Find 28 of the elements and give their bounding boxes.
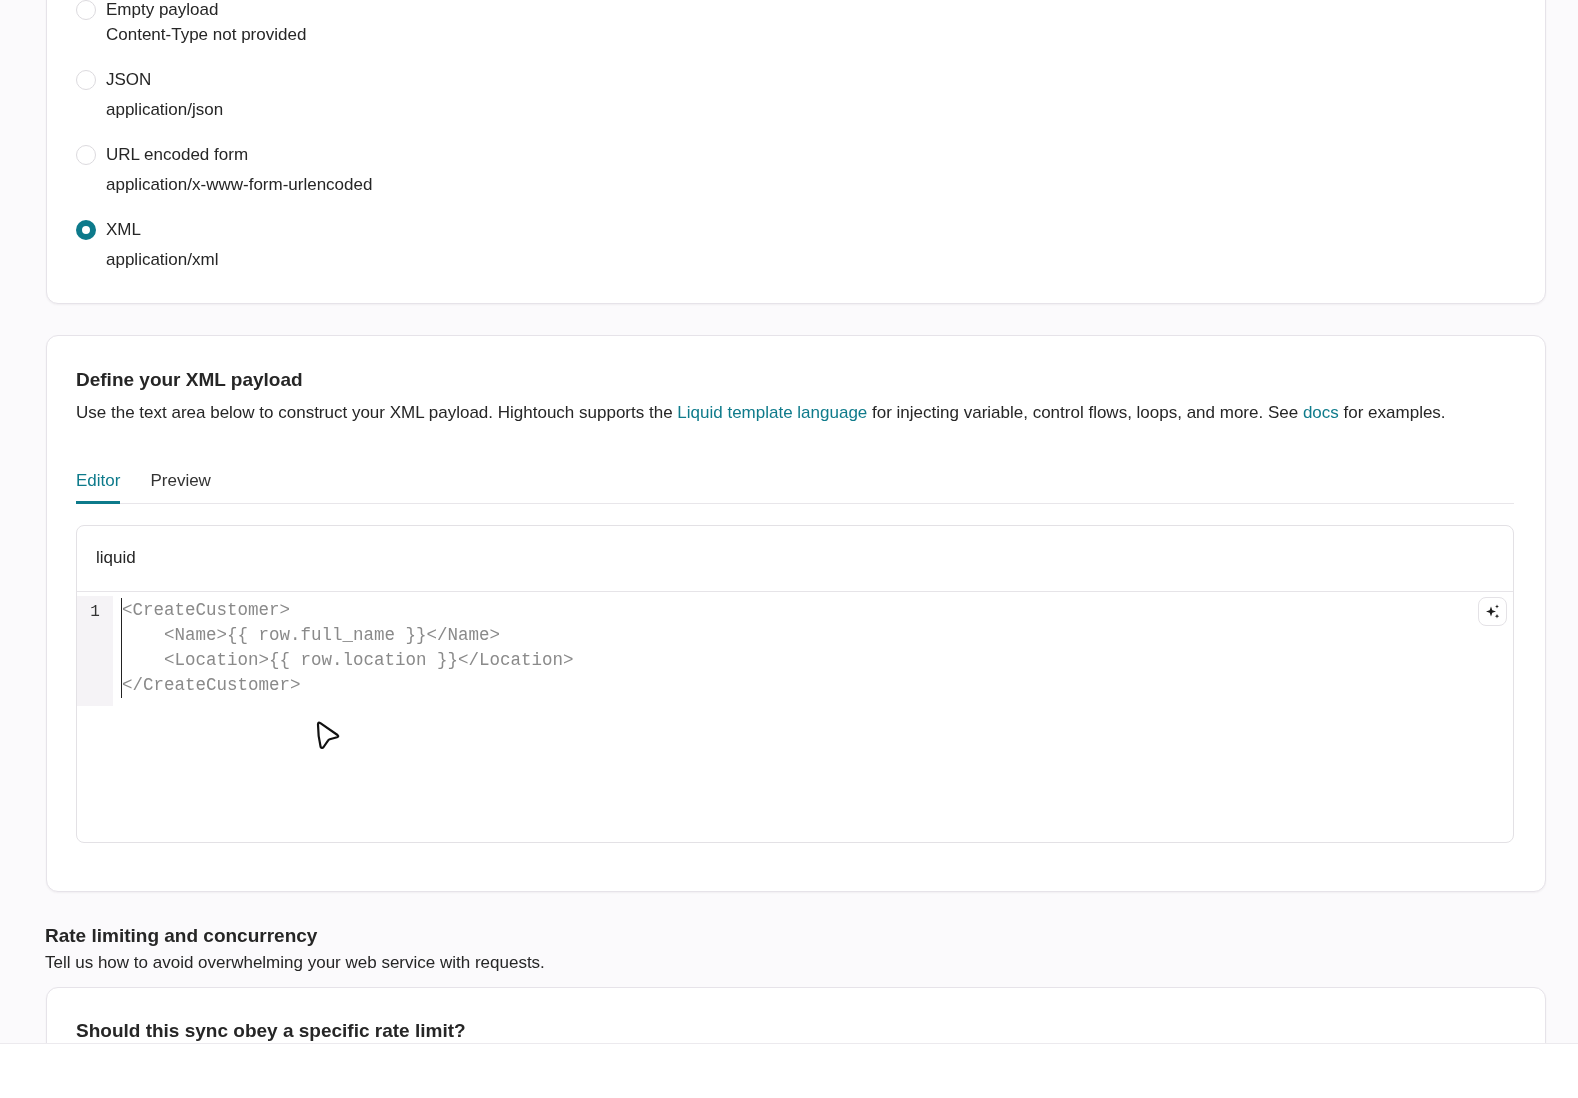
- tab[interactable]: Preview: [150, 461, 211, 504]
- sparkle-button[interactable]: [1478, 597, 1507, 626]
- code-line: <Name>{{ row.full_name }}</Name>: [163, 624, 502, 647]
- link[interactable]: docs: [1302, 403, 1339, 422]
- cursor-icon: [315, 720, 341, 750]
- section-description: Tell us how to avoid overwhelming your web service with requests.: [45, 952, 546, 974]
- option-description: Content-Type not provided: [106, 24, 308, 46]
- section-title: Define your XML payload: [76, 368, 304, 392]
- description-text: Use the text area below to construct your XML payload. Hightouch supports the Liquid template language for injecting variable, control flows, loops, and more. See docs for examples.: [76, 402, 1447, 424]
- tab[interactable]: Editor: [76, 461, 121, 504]
- code-line: <Location>{{ row.location }}</Location>: [163, 649, 574, 672]
- section-title: Rate limiting and concurrency: [45, 924, 319, 948]
- question-text: Should this sync obey a specific rate limit?: [76, 1019, 467, 1043]
- code-editor[interactable]: 1 <CreateCustomer> <Name>{{ row.full_name }}</Name> <Location>{{ row.location }}</Location> </CreateCustomer>: [77, 592, 1513, 842]
- code-line: <CreateCustomer>: [122, 599, 292, 622]
- option-description: application/xml: [106, 249, 220, 271]
- language-label: liquid: [96, 548, 136, 567]
- option-label: XML: [106, 219, 142, 241]
- line-number: 1: [89, 602, 101, 623]
- radio-button[interactable]: [76, 220, 96, 240]
- option-description: application/x-www-form-urlencoded: [106, 174, 374, 196]
- link[interactable]: Liquid template language: [677, 403, 868, 422]
- option-label: URL encoded form: [106, 144, 250, 166]
- sparkle-icon: [1485, 604, 1500, 619]
- option-description: application/json: [106, 99, 225, 121]
- option-label: Empty payload: [106, 1, 220, 19]
- option-label: JSON: [106, 69, 153, 91]
- code-line: </CreateCustomer>: [122, 674, 302, 697]
